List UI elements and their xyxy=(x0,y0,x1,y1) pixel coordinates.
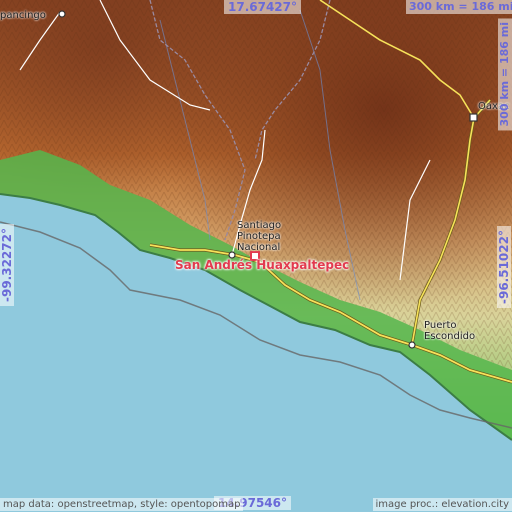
chilpancingo-marker[interactable] xyxy=(58,10,66,18)
escondido-marker[interactable] xyxy=(408,341,416,349)
image-processing-credit: image proc.: elevation.city xyxy=(372,498,512,511)
terrain-relief xyxy=(0,0,512,512)
oaxaca-marker[interactable] xyxy=(469,113,478,122)
map-data-credit: map data: openstreetmap, style: opentopo… xyxy=(0,498,244,511)
map-canvas[interactable]: pancingo Oaxac Santiago Pinotepa Naciona… xyxy=(0,0,512,512)
escondido-label: Puerto Escondido xyxy=(424,320,476,342)
pinotepa-label: Santiago Pinotepa Nacional xyxy=(237,220,282,253)
north-latitude-label: 17.67427° xyxy=(224,0,302,14)
place-name-label: San Andrés Huaxpaltepec xyxy=(175,258,350,272)
east-longitude-label: -96.51022° xyxy=(497,226,511,308)
chilpancingo-label: pancingo xyxy=(0,10,46,21)
west-longitude-label: -99.32272° xyxy=(0,224,14,306)
scale-bar-vertical: 300 km = 186 mi xyxy=(498,18,512,131)
scale-bar-horizontal: 300 km = 186 mi xyxy=(406,0,512,14)
